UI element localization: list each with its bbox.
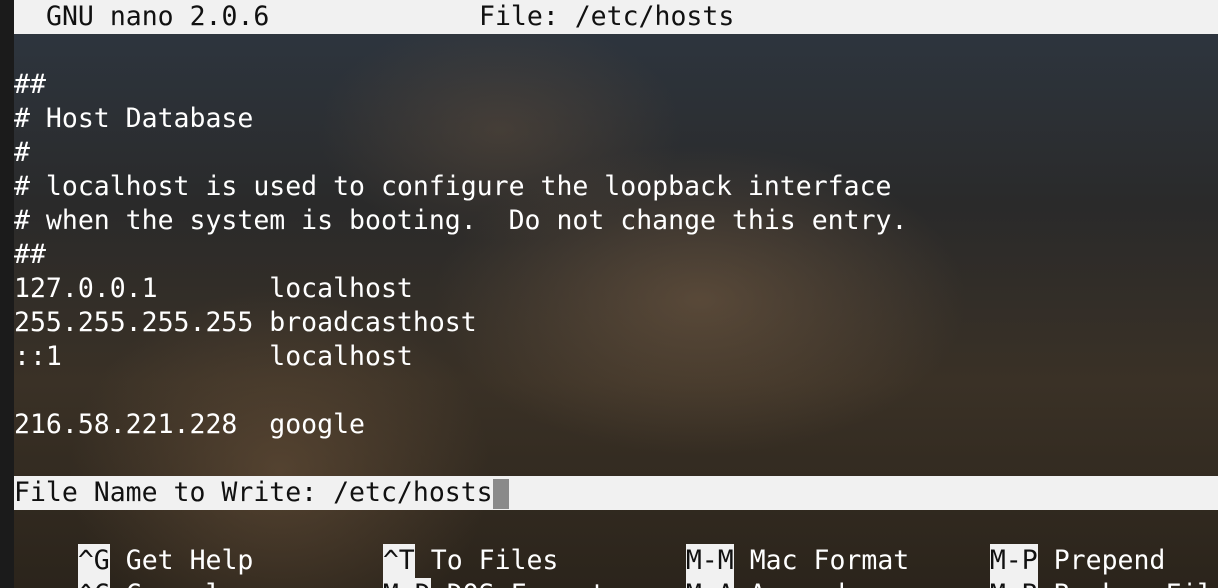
text-cursor [493,478,510,509]
shortcut-label: Backup File [1054,578,1218,588]
shortcut-key: M-D [382,578,431,588]
shortcut-append[interactable]: M-A Append [622,544,845,588]
text-line: # localhost is used to configure the loo… [14,171,892,202]
terminal-window: GNU nano 2.0.6 File: /etc/hosts ## # Hos… [0,0,1218,588]
text-line: # when the system is booting. Do not cha… [14,205,908,236]
text-line: 127.0.0.1 localhost [14,273,413,304]
shortcut-key: ^C [77,578,110,588]
text-line: # [14,137,30,168]
shortcut-key: M-B [989,578,1038,588]
text-line: 255.255.255.255 broadcasthost [14,307,477,338]
shortcut-cancel[interactable]: ^C Cancel [14,544,221,588]
shortcut-to-files[interactable]: ^T To Files [319,510,558,578]
shortcut-dos-format[interactable]: M-D DOS Format [319,544,606,588]
filename-input[interactable] [333,476,494,510]
shortcut-label: Append [750,578,846,588]
shortcut-prepend[interactable]: M-P Prepend [926,510,1165,578]
shortcut-get-help[interactable]: ^G Get Help [14,510,253,578]
shortcut-label: DOS Format [447,578,607,588]
text-line: ::1 localhost [14,341,413,372]
shortcut-backup-file[interactable]: M-B Backup File [926,544,1218,588]
save-prompt-bar: File Name to Write: [14,476,1218,510]
text-line: ## [14,69,46,100]
text-line: ## [14,239,46,270]
shortcut-key: M-A [685,578,734,588]
text-line: # Host Database [14,103,254,134]
shortcut-label: Cancel [126,578,222,588]
shortcut-mac-format[interactable]: M-M Mac Format [622,510,909,578]
file-title: File: /etc/hosts [479,1,735,32]
save-prompt-label: File Name to Write: [14,477,334,508]
editor-version: GNU nano 2.0.6 [46,1,270,32]
text-line: 216.58.221.228 google [14,409,365,440]
nano-title-bar: GNU nano 2.0.6 File: /etc/hosts [14,0,1218,34]
